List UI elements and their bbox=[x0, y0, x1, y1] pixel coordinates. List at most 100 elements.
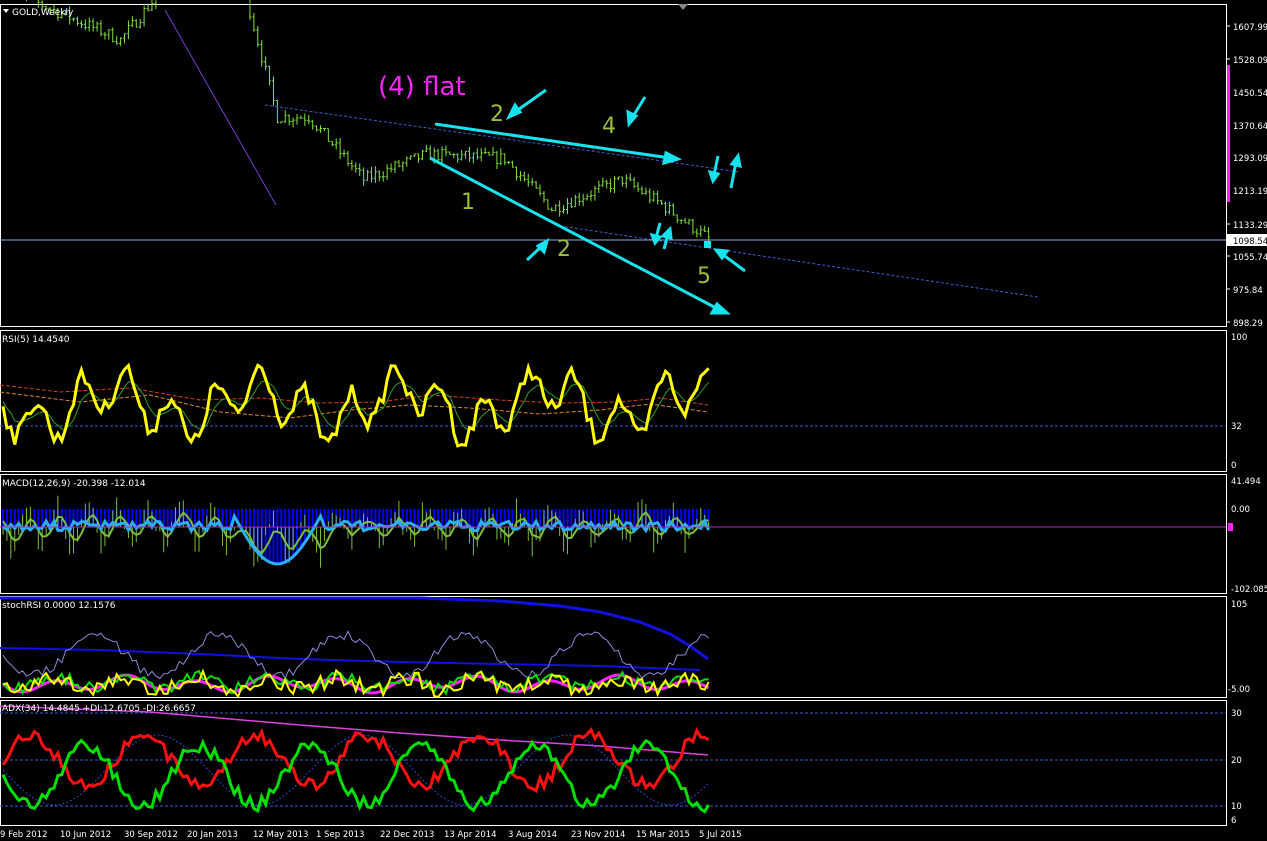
wave-label-2-top: 2 bbox=[490, 102, 504, 127]
time-tick: 15 Mar 2015 bbox=[636, 830, 690, 840]
price-bar bbox=[103, 31, 107, 40]
price-bar bbox=[507, 161, 511, 165]
price-bar bbox=[597, 180, 601, 194]
price-bar bbox=[585, 193, 589, 201]
macd-histogram-bar bbox=[468, 509, 471, 527]
wave-label-1: 1 bbox=[461, 190, 475, 215]
price-tick: 1133.29 bbox=[1233, 221, 1267, 231]
price-bar bbox=[307, 114, 311, 125]
price-bar bbox=[373, 166, 377, 183]
macd-histogram-bar bbox=[652, 509, 655, 524]
price-bar bbox=[150, 0, 154, 11]
price-bar bbox=[675, 214, 679, 224]
price-bar bbox=[511, 160, 515, 168]
chart-shift-marker-icon[interactable] bbox=[678, 4, 688, 10]
time-tick: 30 Sep 2012 bbox=[124, 830, 178, 840]
price-bar bbox=[624, 174, 628, 189]
price-bar bbox=[420, 150, 424, 161]
macd-histogram-bar bbox=[296, 509, 298, 553]
current-bar-marker bbox=[704, 241, 711, 248]
price-bar bbox=[130, 16, 134, 28]
price-bar bbox=[620, 176, 624, 187]
macd-histogram-bar bbox=[268, 509, 271, 563]
wave-label-4: 4 bbox=[602, 114, 616, 139]
price-bar bbox=[303, 113, 307, 126]
price-bar bbox=[287, 114, 291, 126]
arrow-icon bbox=[660, 225, 673, 250]
price-bar bbox=[338, 137, 342, 160]
main-price-panel: (4) flat 2 4 1 2 5 GOLD,Weekly 1607.99 1… bbox=[0, 0, 1267, 329]
price-bar bbox=[342, 149, 346, 157]
arrow-icon bbox=[649, 222, 663, 246]
price-bar bbox=[542, 191, 546, 203]
macd-histogram-bar bbox=[9, 509, 12, 525]
purple-channel-line bbox=[164, 9, 277, 206]
price-bar bbox=[26, 0, 28, 2]
price-bar bbox=[495, 150, 499, 169]
price-bar bbox=[483, 147, 487, 154]
rsi-tick: 100 bbox=[1231, 333, 1247, 343]
macd-histogram-bar bbox=[158, 509, 161, 522]
macd-histogram-bar bbox=[409, 509, 412, 524]
macd-histogram-bar bbox=[597, 509, 600, 525]
macd-histogram-bar bbox=[166, 509, 169, 528]
price-bar bbox=[350, 160, 354, 171]
macd-tick: -102.085 bbox=[1231, 585, 1267, 595]
price-bar bbox=[91, 18, 95, 32]
price-bar bbox=[648, 188, 652, 204]
macd-histogram-bar bbox=[566, 509, 569, 530]
macd-panel bbox=[0, 474, 1227, 594]
rsi-panel bbox=[0, 330, 1227, 472]
macd-histogram-bar bbox=[405, 509, 408, 524]
stoch-mid-line bbox=[0, 647, 701, 671]
macd-histogram-bar bbox=[413, 509, 416, 526]
price-bar bbox=[326, 128, 330, 143]
time-tick: 22 Dec 2013 bbox=[380, 830, 434, 840]
price-bar bbox=[479, 148, 483, 162]
time-tick: 23 Nov 2014 bbox=[571, 830, 625, 840]
macd-histogram-bar bbox=[343, 509, 346, 522]
price-bar bbox=[640, 186, 644, 195]
macd-histogram-bar bbox=[37, 509, 40, 529]
price-bar bbox=[283, 110, 287, 123]
price-bar bbox=[667, 201, 671, 215]
price-bar bbox=[268, 65, 272, 86]
macd-histogram-bar bbox=[382, 509, 385, 527]
price-bar bbox=[475, 148, 479, 160]
time-tick: 9 Feb 2012 bbox=[0, 830, 48, 840]
price-bar bbox=[123, 33, 127, 44]
price-bar bbox=[569, 197, 573, 208]
macd-histogram-bar bbox=[417, 509, 420, 528]
price-bar bbox=[652, 190, 656, 202]
chart-menu-icon[interactable] bbox=[3, 9, 9, 13]
price-bar bbox=[249, 0, 252, 21]
price-bar bbox=[354, 162, 358, 173]
arrow-icon bbox=[707, 155, 721, 185]
price-bar bbox=[550, 207, 554, 212]
price-bar bbox=[299, 115, 303, 119]
stoch-title: stochRSI 0.0000 12.1576 bbox=[2, 601, 116, 611]
price-bar bbox=[142, 5, 146, 27]
price-bar bbox=[119, 37, 123, 46]
price-bar bbox=[358, 163, 362, 176]
adx-title: ADX(34) 14.4845 +DI:12.6705 -DI:26.6657 bbox=[2, 704, 196, 714]
price-bar bbox=[334, 138, 338, 150]
price-bar bbox=[83, 19, 87, 31]
wave-label-2-bottom: 2 bbox=[557, 237, 571, 262]
price-bar bbox=[369, 166, 373, 183]
stoch-tick: 105 bbox=[1231, 600, 1247, 610]
price-bar bbox=[279, 121, 283, 124]
price-bar bbox=[330, 141, 334, 147]
blue-trend-line-lower bbox=[559, 225, 1039, 298]
time-tick: 1 Sep 2013 bbox=[316, 830, 364, 840]
price-bar bbox=[687, 218, 691, 225]
price-axis: 1607.99 1528.09 1450.54 1370.64 1293.09 … bbox=[1226, 23, 1267, 329]
price-bar bbox=[558, 200, 562, 217]
price-bar bbox=[417, 153, 421, 163]
price-bar bbox=[671, 203, 675, 216]
time-tick: 20 Jan 2013 bbox=[187, 830, 238, 840]
price-bar bbox=[256, 26, 260, 48]
price-bar bbox=[99, 20, 103, 37]
macd-histogram-bar bbox=[448, 509, 451, 522]
wedge-lines bbox=[429, 122, 731, 315]
